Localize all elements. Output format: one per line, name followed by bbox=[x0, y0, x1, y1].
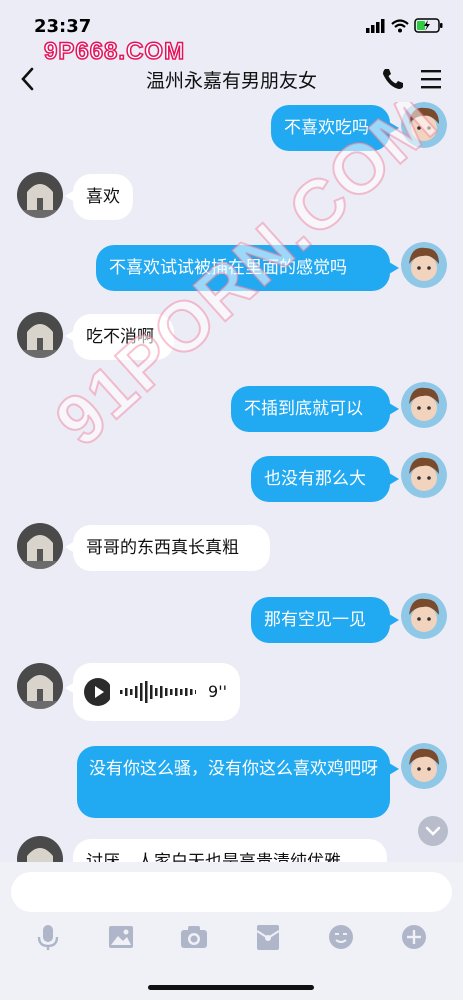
home-indicator bbox=[148, 985, 314, 990]
my-avatar[interactable] bbox=[401, 743, 447, 789]
contact-avatar[interactable] bbox=[17, 663, 63, 709]
menu-icon[interactable] bbox=[418, 68, 444, 90]
red-packet-icon[interactable] bbox=[253, 922, 283, 952]
image-icon[interactable] bbox=[106, 922, 136, 952]
message-bubble-outgoing[interactable]: 没有你这么骚，没有你这么喜欢鸡吧呀 bbox=[77, 746, 390, 818]
status-time: 23:37 bbox=[34, 16, 92, 37]
message-bubble-outgoing[interactable]: 不喜欢吃吗 bbox=[271, 105, 390, 151]
message-bubble-outgoing[interactable]: 也没有那么大 bbox=[251, 456, 390, 502]
message-bubble-outgoing[interactable]: 不插到底就可以 bbox=[231, 386, 390, 432]
mic-icon[interactable] bbox=[33, 922, 63, 952]
my-avatar[interactable] bbox=[401, 452, 447, 498]
contact-avatar[interactable] bbox=[17, 172, 63, 218]
battery-charging-icon bbox=[414, 18, 443, 33]
my-avatar[interactable] bbox=[401, 242, 447, 288]
waveform-icon bbox=[119, 681, 197, 703]
contact-avatar[interactable] bbox=[17, 312, 63, 358]
my-avatar[interactable] bbox=[401, 593, 447, 639]
contact-avatar[interactable] bbox=[17, 523, 63, 569]
message-bubble-incoming[interactable]: 吃不消啊 bbox=[73, 314, 174, 360]
play-icon[interactable] bbox=[84, 678, 110, 706]
emoji-icon[interactable] bbox=[326, 922, 356, 952]
scroll-to-bottom-button[interactable] bbox=[418, 816, 448, 846]
voice-duration: 9'' bbox=[208, 682, 227, 701]
message-bubble-incoming[interactable]: 哥哥的东西真长真粗 bbox=[73, 525, 270, 571]
wifi-icon bbox=[391, 19, 409, 33]
input-area bbox=[0, 862, 463, 1000]
phone-icon[interactable] bbox=[380, 66, 406, 92]
my-avatar[interactable] bbox=[401, 102, 447, 148]
contact-avatar[interactable] bbox=[17, 836, 63, 862]
message-bubble-incoming[interactable]: 讨厌，人家白天也是高贵清纯优雅 bbox=[73, 839, 387, 862]
message-bubble-incoming[interactable]: 喜欢 bbox=[73, 174, 133, 220]
my-avatar[interactable] bbox=[401, 382, 447, 428]
message-bubble-outgoing[interactable]: 不喜欢试试被插在里面的感觉吗 bbox=[96, 245, 390, 291]
message-bubble-outgoing[interactable]: 那有空见一见 bbox=[251, 597, 390, 643]
plus-icon[interactable] bbox=[399, 922, 429, 952]
chevron-down-icon bbox=[425, 826, 441, 836]
signal-icon bbox=[366, 19, 385, 33]
voice-message-bubble[interactable]: 9'' bbox=[73, 663, 240, 721]
camera-icon[interactable] bbox=[179, 922, 209, 952]
chat-area[interactable]: 不喜欢吃吗 喜欢 不喜欢试试被插在里面的感觉吗 吃不消啊 不插到底就可以 也没有… bbox=[0, 102, 463, 862]
message-input[interactable] bbox=[11, 872, 452, 912]
nav-bar: 温州永嘉有男朋友女 bbox=[0, 56, 463, 102]
